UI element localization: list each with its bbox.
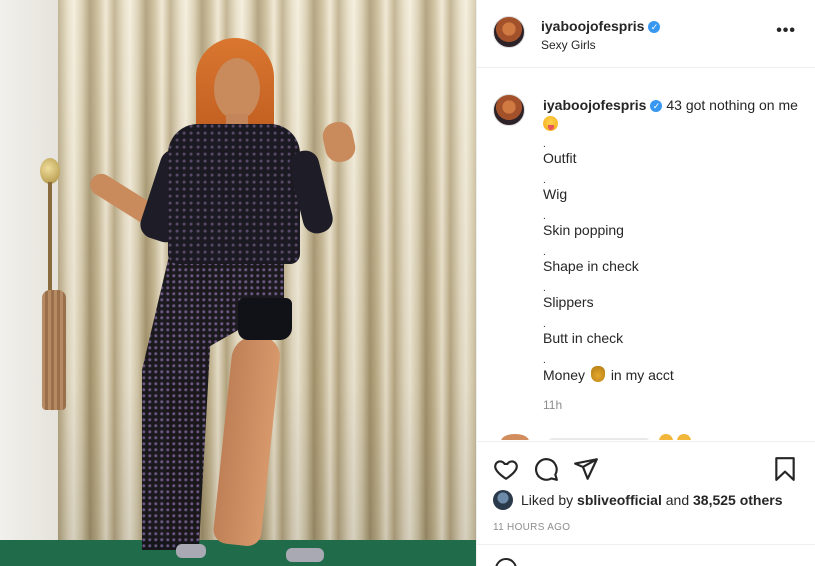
author-username[interactable]: iyaboojofespris bbox=[541, 18, 644, 34]
post-photo[interactable] bbox=[0, 0, 476, 566]
caption-line: Slippers bbox=[543, 294, 594, 310]
others-count-link[interactable]: 38,525 others bbox=[693, 492, 783, 508]
sequin-dress bbox=[168, 124, 300, 264]
next-comment-peek bbox=[493, 432, 693, 440]
curtain-tieback-knob bbox=[40, 158, 60, 184]
comment-avatar bbox=[501, 434, 529, 440]
author-username-row: iyaboojofespris ✓ bbox=[541, 18, 661, 34]
post-actions: Liked by sbliveofficial and 38,525 other… bbox=[477, 441, 815, 566]
tongue-face-icon bbox=[543, 116, 558, 131]
like-button[interactable] bbox=[493, 456, 519, 482]
post-header: iyaboojofespris ✓ Sexy Girls ••• bbox=[477, 0, 815, 68]
caption-line: Outfit bbox=[543, 150, 577, 166]
verified-badge-icon: ✓ bbox=[650, 100, 663, 112]
share-button[interactable] bbox=[573, 456, 599, 482]
more-options-button[interactable]: ••• bbox=[776, 22, 796, 40]
emoji-picker-icon[interactable] bbox=[495, 558, 517, 566]
caption-line: Butt in check bbox=[543, 330, 624, 346]
face bbox=[214, 58, 260, 120]
caption-time[interactable]: 11h bbox=[543, 398, 562, 412]
heart-icon bbox=[494, 460, 518, 481]
paper-plane-icon bbox=[574, 458, 598, 480]
author-avatar[interactable] bbox=[493, 16, 525, 48]
liker-avatar[interactable] bbox=[493, 490, 513, 510]
sandal bbox=[286, 548, 324, 562]
bookmark-icon bbox=[775, 457, 795, 481]
caption-text: iyaboojofespris ✓ 43 got nothing on me bbox=[543, 96, 799, 132]
post-timestamp[interactable]: 11 HOURS AGO bbox=[493, 522, 570, 533]
money-bag-icon bbox=[590, 366, 605, 382]
verified-badge-icon: ✓ bbox=[648, 21, 661, 33]
sandal bbox=[176, 544, 206, 558]
post-location[interactable]: Sexy Girls bbox=[541, 38, 596, 52]
emoji-icon bbox=[677, 434, 691, 440]
caption-line: Shape in check bbox=[543, 258, 639, 274]
post-side-panel: iyaboojofespris ✓ Sexy Girls ••• iyaboojo… bbox=[476, 0, 815, 566]
comments-area: iyaboojofespris ✓ 43 got nothing on me . … bbox=[477, 68, 815, 440]
caption-username[interactable]: iyaboojofespris bbox=[543, 97, 646, 113]
caption-line: Skin popping bbox=[543, 222, 624, 238]
caption-line: Wig bbox=[543, 186, 568, 202]
caption-line: Money in my acct bbox=[543, 366, 674, 383]
comment-bubble-icon bbox=[535, 458, 558, 481]
caption-author-avatar[interactable] bbox=[493, 94, 525, 126]
comment-button[interactable] bbox=[533, 456, 559, 482]
wall bbox=[0, 0, 62, 566]
curtain-tassel bbox=[42, 290, 66, 410]
liker-username[interactable]: sbliveofficial bbox=[577, 492, 662, 508]
caption-lines: . Outfit . Wig . Skin popping . Shape in… bbox=[543, 140, 803, 392]
caption-body: 43 got nothing on me bbox=[666, 97, 798, 113]
save-button[interactable] bbox=[772, 456, 798, 482]
emoji-icon bbox=[659, 434, 673, 440]
